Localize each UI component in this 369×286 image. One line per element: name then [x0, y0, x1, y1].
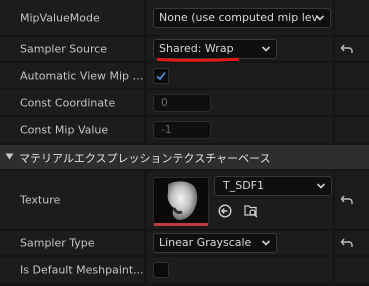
- automatic-view-mip-checkbox[interactable]: [153, 67, 169, 84]
- sampler-source-dropdown[interactable]: Shared: Wrap: [153, 39, 277, 59]
- mip-value-mode-label: MipValueMode: [20, 11, 100, 24]
- const-coordinate-label: Const Coordinate: [20, 96, 116, 109]
- sampler-source-label: Sampler Source: [20, 42, 108, 56]
- texture-thumbnail[interactable]: [153, 177, 209, 225]
- chevron-down-icon: [261, 240, 271, 246]
- reset-arrow-icon[interactable]: [340, 236, 354, 250]
- sampler-type-dropdown[interactable]: Linear Grayscale: [153, 233, 277, 253]
- default-meshpaint-checkbox[interactable]: [153, 262, 169, 278]
- const-coordinate-input[interactable]: 0: [153, 93, 211, 112]
- texture-preview-image: [154, 178, 208, 224]
- mip-value-mode-dropdown[interactable]: None (use computed mip lev: [153, 7, 331, 28]
- const-mip-value-label: Const Mip Value: [20, 123, 109, 137]
- texture-type-color-bar: [154, 223, 208, 226]
- chevron-down-icon: [315, 14, 325, 21]
- annotation-underline: [157, 57, 239, 62]
- const-mip-value-input[interactable]: -1: [153, 121, 211, 139]
- reset-arrow-icon[interactable]: [340, 193, 354, 207]
- row-is-default-meshpaint: Is Default Meshpaint...: [0, 257, 369, 283]
- reset-arrow-icon[interactable]: [340, 42, 354, 56]
- row-const-mip-value: Const Mip Value -1: [0, 117, 369, 143]
- section-title: マテリアルエクスプレッションテクスチャーベース: [19, 152, 271, 165]
- use-selected-asset-icon[interactable]: [217, 203, 233, 219]
- sampler-type-label: Sampler Type: [20, 236, 95, 250]
- section-header[interactable]: マテリアルエクスプレッションテクスチャーベース: [0, 145, 369, 169]
- browse-asset-icon[interactable]: [243, 203, 259, 219]
- texture-asset-value: T_SDF1: [223, 179, 264, 192]
- row-mip-value-mode: MipValueMode None (use computed mip lev: [0, 0, 369, 35]
- texture-label: Texture: [20, 193, 61, 207]
- automatic-view-mip-label: Automatic View Mip Bi...: [20, 69, 144, 82]
- checkmark-icon: [156, 71, 166, 80]
- mip-value-mode-value: None (use computed mip lev: [159, 10, 319, 24]
- collapse-triangle-icon: [5, 153, 14, 160]
- row-sampler-type: Sampler Type Linear Grayscale: [0, 231, 369, 255]
- row-automatic-view-mip-bias: Automatic View Mip Bi...: [0, 63, 369, 88]
- chevron-down-icon: [261, 46, 271, 52]
- sampler-source-value: Shared: Wrap: [159, 42, 234, 55]
- chevron-down-icon: [316, 183, 326, 189]
- texture-asset-dropdown[interactable]: T_SDF1: [214, 176, 332, 196]
- details-panel: MipValueMode None (use computed mip lev …: [0, 0, 369, 286]
- sampler-type-value: Linear Grayscale: [159, 236, 252, 249]
- default-meshpaint-label: Is Default Meshpaint...: [20, 263, 144, 277]
- row-const-coordinate: Const Coordinate 0: [0, 90, 369, 115]
